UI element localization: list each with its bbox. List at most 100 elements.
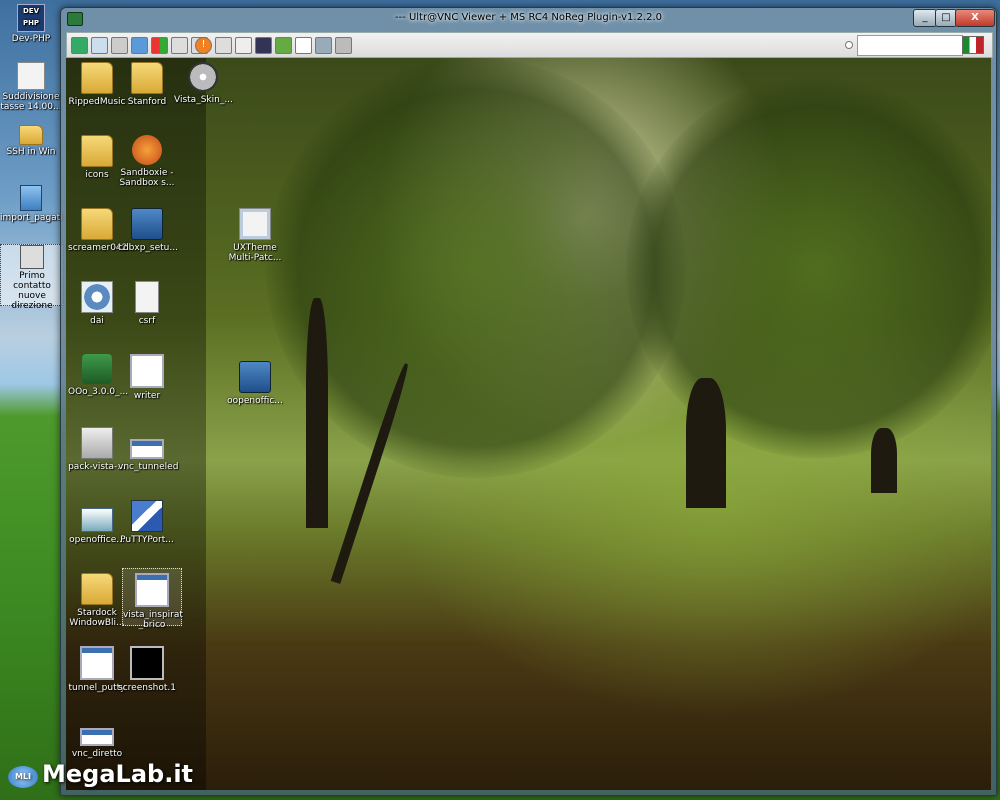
desktop-icon-ssh-in-win[interactable]: SSH in Win: [0, 125, 62, 157]
icon-label: UXTheme Multi-Patc...: [228, 243, 282, 263]
remote-icon-vista-inspirat[interactable]: vista_inspirat _brico: [122, 568, 183, 630]
screen-icon[interactable]: [215, 37, 232, 54]
remote-icon-vnc-diretto[interactable]: vnc_diretto: [68, 728, 126, 759]
icon-label: Sandboxie - Sandbox s...: [119, 168, 175, 188]
folder-icon: [131, 62, 163, 94]
icon-label: tunnel_putty: [68, 683, 126, 693]
tools-icon[interactable]: [111, 37, 128, 54]
folder-icon: [81, 573, 113, 605]
file-icon: [20, 185, 42, 211]
remote-icon-screenshot[interactable]: screenshot.1: [118, 646, 176, 693]
remote-icon-cdbxp-setup[interactable]: cdbxp_setu...: [118, 208, 178, 253]
remote-desktop[interactable]: RippedMusic Stanford Vista_Skin_... icon…: [66, 58, 991, 790]
fullscreen-icon[interactable]: [235, 37, 252, 54]
remote-icon-csrf[interactable]: csrf: [118, 281, 176, 326]
file-transfer-icon[interactable]: [91, 37, 108, 54]
desktop-icon-primo-contatto[interactable]: Primo contatto nuove direzione: [0, 244, 64, 311]
remote-icon-vista-skin[interactable]: Vista_Skin_...: [174, 62, 233, 105]
icon-label: csrf: [138, 316, 156, 326]
windows-start-icon[interactable]: [151, 37, 168, 54]
icon-label: screenshot.1: [118, 683, 176, 693]
transfer-icon[interactable]: [275, 37, 292, 54]
desktop-icon-suddivisione[interactable]: Suddivisione tasse 14.00...: [0, 62, 62, 112]
remote-icon-stanford[interactable]: Stanford: [118, 62, 176, 107]
tree-canopy: [626, 78, 991, 458]
desktop-icon-dev-php[interactable]: DEV PHP Dev-PHP: [0, 4, 62, 44]
icon-label: RippedMusic: [68, 97, 126, 107]
desktop-icon-import-pagati[interactable]: import_pagati: [0, 185, 63, 223]
remote-icon-uxtheme[interactable]: UXTheme Multi-Patc...: [226, 208, 284, 263]
vnc-toolbar: !: [66, 32, 993, 58]
icon-label: openoffice...: [69, 535, 125, 545]
desktop-icon-label: Primo contatto nuove direzione: [11, 271, 53, 311]
putty-icon: [131, 500, 163, 532]
remote-icon-sandboxie[interactable]: Sandboxie - Sandbox s...: [118, 135, 176, 188]
watermark-text: MegaLab.it: [42, 760, 194, 788]
burner-icon: [131, 208, 163, 240]
tree-trunk: [686, 378, 726, 508]
window-icon: [130, 354, 164, 388]
icon-label: PuTTYPort...: [120, 535, 174, 545]
remote-icon-puttyportable[interactable]: PuTTYPort...: [118, 500, 176, 545]
icon-label: Stardock WindowBli...: [69, 608, 125, 628]
remote-icon-stardock[interactable]: Stardock WindowBli...: [68, 573, 126, 628]
refresh-icon[interactable]: [131, 37, 148, 54]
window-icon: [80, 646, 114, 680]
radio-button[interactable]: [845, 41, 853, 49]
icon-label: icons: [85, 170, 109, 180]
tree-canopy: [266, 58, 686, 478]
megalab-logo-icon: MLI: [8, 766, 38, 788]
italian-flag-icon[interactable]: [962, 36, 984, 54]
info-icon[interactable]: !: [195, 37, 212, 54]
window-title: --- Ultr@VNC Viewer + MS RC4 NoReg Plugi…: [394, 12, 663, 23]
record-icon[interactable]: [315, 37, 332, 54]
dev-php-icon: DEV PHP: [17, 4, 45, 32]
chat-icon[interactable]: [295, 37, 312, 54]
keyboard-icon[interactable]: [171, 37, 188, 54]
remote-icon-oopenoffice[interactable]: oopenoffic...: [226, 361, 284, 406]
icon-label: vista_inspirat _brico: [123, 610, 183, 630]
music-folder-icon: [81, 62, 113, 94]
folder-icon: [81, 135, 113, 167]
desktop-icon-label: SSH in Win: [6, 147, 56, 157]
firefox-sandbox-icon: [132, 135, 162, 165]
image-file-icon: [130, 646, 164, 680]
maximize-button[interactable]: □: [935, 9, 957, 27]
megalab-watermark: MLI MegaLab.it: [8, 760, 198, 796]
minimize-button[interactable]: _: [913, 9, 937, 27]
openoffice-installer-icon: [81, 508, 113, 532]
document-icon: [17, 62, 45, 90]
tree-trunk: [306, 298, 328, 528]
checklist-icon: [239, 208, 271, 240]
gear-icon: [81, 281, 113, 313]
icon-label: vnc_diretto: [71, 749, 123, 759]
folder-icon: [81, 208, 113, 240]
icon-label: cdbxp_setu...: [118, 243, 178, 253]
monitor-icon[interactable]: [255, 37, 272, 54]
toolbar-input[interactable]: [857, 35, 963, 56]
settings-icon[interactable]: [335, 37, 352, 54]
installer-icon: [82, 354, 112, 384]
desktop-icon-label: Dev-PHP: [11, 34, 51, 44]
connection-options-icon[interactable]: [71, 37, 88, 54]
icon-label: vnc_tunneled: [118, 462, 179, 472]
icon-label: Vista_Skin_...: [174, 95, 233, 105]
desktop-icon-label: import_pagati: [0, 213, 63, 223]
vnc-viewer-window: --- Ultr@VNC Viewer + MS RC4 NoReg Plugi…: [60, 7, 997, 796]
close-button[interactable]: X: [955, 9, 995, 27]
folder-icon: [19, 125, 43, 145]
remote-icon-vnc-tunneled[interactable]: vnc_tunneled: [118, 427, 179, 472]
disc-icon: [188, 62, 218, 92]
icon-label: oopenoffic...: [227, 396, 283, 406]
icon-label: dai: [90, 316, 104, 326]
remote-icon-writer[interactable]: writer: [118, 354, 176, 401]
text-file-icon: [135, 281, 159, 313]
desktop-icon-label: Suddivisione tasse 14.00...: [0, 92, 62, 112]
window-icon: [135, 573, 169, 607]
title-bar[interactable]: --- Ultr@VNC Viewer + MS RC4 NoReg Plugi…: [61, 8, 996, 30]
openoffice-icon: [239, 361, 271, 393]
icon-label: writer: [133, 391, 161, 401]
window-icon: [80, 728, 114, 746]
shortcut-icon: [20, 245, 44, 269]
package-icon: [81, 427, 113, 459]
